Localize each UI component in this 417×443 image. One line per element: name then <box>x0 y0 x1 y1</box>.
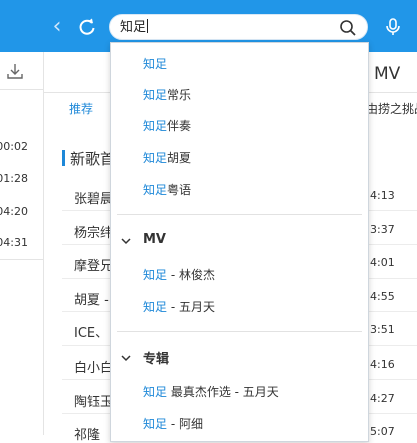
refresh-icon[interactable] <box>76 14 98 40</box>
song-duration: 3:37 <box>370 223 395 236</box>
section-title: 新歌首 <box>70 150 116 168</box>
song-title[interactable]: 胡夏 - <box>74 289 109 308</box>
suggestion-item[interactable]: 知足胡夏 <box>143 149 191 166</box>
song-duration: 3:51 <box>370 323 395 336</box>
back-arrow-icon[interactable]: ‹ <box>46 14 68 40</box>
play-time: 00:02 <box>0 140 28 153</box>
song-title[interactable]: 杨宗纬 <box>74 222 113 241</box>
search-icon[interactable] <box>339 19 357 37</box>
album-suggestion[interactable]: 知足 最真杰作选 - 五月天 <box>143 383 279 400</box>
mv-suggestion[interactable]: 知足 - 林俊杰 <box>143 266 215 283</box>
banner-text[interactable]: 由捞之挑战 <box>366 100 417 117</box>
microphone-icon[interactable] <box>382 14 404 40</box>
song-title[interactable]: 摩登兄 <box>74 255 113 274</box>
suggestion-item[interactable]: 知足常乐 <box>143 86 191 103</box>
category-album: 专辑 <box>143 352 170 367</box>
search-suggestions-dropdown: 知足 知足常乐 知足伴奏 知足胡夏 知足粤语 MV 知足 - 林俊杰 知足 - … <box>110 42 369 442</box>
song-duration: 4:55 <box>370 290 395 303</box>
song-title[interactable]: 张碧晨 <box>74 188 113 207</box>
song-duration: 4:01 <box>370 256 395 269</box>
song-duration: 4:27 <box>370 392 395 405</box>
download-icon[interactable] <box>6 62 24 80</box>
suggestion-item[interactable]: 知足伴奏 <box>143 117 191 134</box>
song-title[interactable]: 陶钰玉 <box>74 391 113 410</box>
song-duration: 4:13 <box>370 189 395 202</box>
play-time: 04:20 <box>0 205 28 218</box>
section-marker <box>62 150 65 166</box>
play-time: 01:28 <box>0 172 28 185</box>
mv-suggestion[interactable]: 知足 - 五月天 <box>143 298 215 315</box>
chevron-down-icon[interactable] <box>121 353 131 363</box>
search-box[interactable]: 知足 <box>109 14 368 40</box>
album-suggestion[interactable]: 知足 - 阿细 <box>143 415 203 432</box>
suggestion-item[interactable]: 知足粤语 <box>143 181 191 198</box>
song-title[interactable]: ICE、 <box>74 322 108 341</box>
chevron-down-icon[interactable] <box>121 236 131 246</box>
play-time: 04:31 <box>0 236 28 249</box>
left-panel: 00:02 01:28 04:20 04:31 <box>0 52 44 435</box>
song-duration: 5:07 <box>370 425 395 438</box>
tab-recommend[interactable]: 推荐 <box>69 100 93 117</box>
song-title[interactable]: 祁隆 <box>74 424 100 443</box>
song-title[interactable]: 白小白 <box>74 357 113 376</box>
suggestion-item[interactable]: 知足 <box>143 55 167 72</box>
search-input[interactable]: 知足 <box>120 15 149 41</box>
song-duration: 4:16 <box>370 358 395 371</box>
category-mv: MV <box>143 232 166 247</box>
tab-mv[interactable]: MV <box>374 64 400 84</box>
